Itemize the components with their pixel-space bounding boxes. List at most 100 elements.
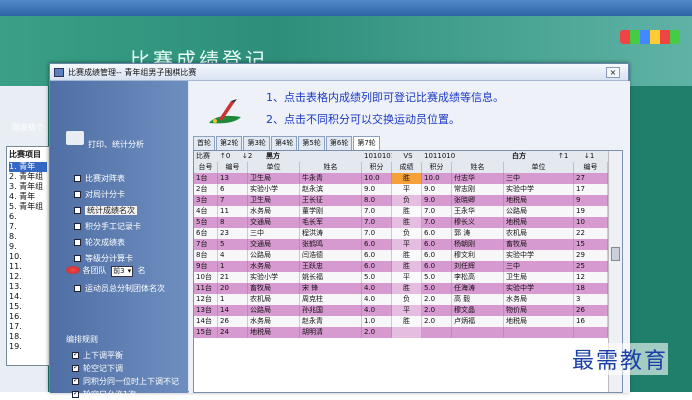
event-list-item[interactable]: 5. 青年组 bbox=[9, 202, 47, 212]
table-row[interactable]: 4台 11 水务局 董学刚 7.0 胜 7.0 王永华 公路局 19 bbox=[194, 206, 608, 217]
result-cell[interactable]: 平 bbox=[392, 184, 422, 195]
table-row[interactable]: 9台 1 水务局 王跃忠 6.0 胜 6.0 刘任辉 三中 25 bbox=[194, 261, 608, 272]
event-list-item[interactable]: 12. bbox=[9, 272, 47, 282]
event-list-item[interactable]: 9. bbox=[9, 242, 47, 252]
result-cell[interactable]: 平 bbox=[392, 239, 422, 250]
table-row[interactable]: 13台 14 公路局 孙兆国 4.0 平 2.0 穆文晶 物价局 26 bbox=[194, 305, 608, 316]
event-list-item[interactable]: 15. bbox=[9, 302, 47, 312]
print-option[interactable]: 积分手工记录卡 bbox=[74, 221, 141, 232]
table-cell: 农机局 bbox=[248, 294, 300, 305]
scrollbar-thumb[interactable] bbox=[611, 247, 620, 261]
table-row[interactable]: 1台 13 卫生局 牛永青 10.0 胜 10.0 付志华 三中 27 bbox=[194, 173, 608, 184]
event-list[interactable]: 比赛项目 1. 青年 2. 青年组 3. 青年组 4. 青年 5. 青年组 6. 7. 8. 9… bbox=[6, 146, 50, 366]
event-list-item[interactable]: 10. bbox=[9, 252, 47, 262]
event-list-item[interactable]: 4. 青年 bbox=[9, 192, 47, 202]
grid-top-header[interactable]: 比赛 ↑0 ↓2 黑方 1010101 VS 1011010 白方 ↑1 ↓1 bbox=[194, 151, 608, 162]
table-cell: 宋 锋 bbox=[300, 283, 362, 294]
event-list-item[interactable]: 2. 青年组 bbox=[9, 172, 47, 182]
table-row[interactable]: 10台 21 实验小学 姚长福 5.0 平 5.0 李松高 卫生局 12 bbox=[194, 272, 608, 283]
column-header: 编号 bbox=[218, 162, 248, 173]
result-cell[interactable]: 胜 bbox=[392, 173, 422, 184]
round-tab[interactable]: 第6轮 bbox=[325, 136, 353, 150]
event-list-item[interactable]: 19. bbox=[9, 342, 47, 352]
close-button[interactable]: × bbox=[606, 67, 620, 78]
table-row[interactable]: 15台 24 地税局 胡明清 2.0 bbox=[194, 327, 608, 338]
table-row[interactable]: 12台 1 农机局 周克柱 4.0 负 2.0 高 毅水务局 3 bbox=[194, 294, 608, 305]
table-cell: 地税局 bbox=[504, 316, 574, 327]
event-list-item[interactable]: 14. bbox=[9, 292, 47, 302]
table-row[interactable]: 7台 5 交通局 张鹤鸣 6.0 平 6.0 杨朝刚 畜牧局 15 bbox=[194, 239, 608, 250]
rule-checkbox[interactable] bbox=[72, 389, 79, 398]
window-title-bar[interactable]: 比赛成绩管理-- 青年组男子围棋比赛 × bbox=[50, 64, 628, 81]
round-tab[interactable]: 第7轮 bbox=[353, 136, 380, 151]
event-list-item[interactable]: 16. bbox=[9, 312, 47, 322]
event-list-item[interactable]: 1. 青年 bbox=[9, 162, 47, 172]
table-cell: 2台 bbox=[194, 184, 218, 195]
print-option[interactable]: 轮次成绩表 bbox=[74, 237, 125, 248]
background-tab[interactable]: 国家级个 bbox=[12, 122, 44, 133]
rule-checkbox[interactable] bbox=[72, 350, 79, 359]
table-row[interactable]: 2台 6 实验小学 赵永滨 9.0 平 9.0 常志刚 实验中学 17 bbox=[194, 184, 608, 195]
round-tab[interactable]: 第4轮 bbox=[270, 136, 298, 150]
result-cell[interactable]: 胜 bbox=[392, 250, 422, 261]
result-cell[interactable]: 胜 bbox=[392, 217, 422, 228]
result-cell[interactable]: 负 bbox=[392, 195, 422, 206]
result-cell[interactable]: 平 bbox=[392, 305, 422, 316]
table-row[interactable]: 5台 8 交通局 毛长军 7.0 胜 7.0 穆长义 地税局 10 bbox=[194, 217, 608, 228]
rule-option[interactable]: 同积分同一位时上下调不记 bbox=[72, 376, 179, 387]
table-row[interactable]: 11台 20 畜牧局宋 锋 4.0 胜 5.0 任海涛 实验中学 18 bbox=[194, 283, 608, 294]
rank-select[interactable]: 前3 bbox=[111, 266, 134, 277]
sidebar: 打印、统计分析 比赛对阵表 对局计分卡 统计成绩名次 积分手工记录卡 轮次成绩表 等级分计… bbox=[50, 81, 188, 399]
print-option-checkbox[interactable] bbox=[74, 191, 81, 198]
table-cell: 周克柱 bbox=[300, 294, 362, 305]
rule-option[interactable]: 上下调平衡 bbox=[72, 350, 123, 361]
team-ranking-option[interactable]: 运动员总分制团体名次 bbox=[74, 283, 165, 294]
table-row[interactable]: 3台 7 卫生局 王长征 8.0 负 9.0 张晓卿 地税局 9 bbox=[194, 195, 608, 206]
table-cell: 27 bbox=[574, 173, 608, 184]
round-tab[interactable]: 第5轮 bbox=[298, 136, 325, 150]
round-tab[interactable]: 第2轮 bbox=[216, 136, 243, 150]
table-cell: 10.0 bbox=[422, 173, 452, 184]
print-option[interactable]: 比赛对阵表 bbox=[74, 173, 125, 184]
grid-column-header[interactable]: 台号 编号 单位 姓名 积分 成绩 积分 姓名 单位 编号 bbox=[194, 162, 608, 173]
print-option-checkbox[interactable] bbox=[74, 223, 81, 230]
result-cell[interactable]: 胜 bbox=[392, 316, 422, 327]
round-tab[interactable]: 第3轮 bbox=[243, 136, 270, 150]
round-tab[interactable]: 首轮 bbox=[193, 136, 215, 150]
table-row[interactable]: 6台 23 三中 程洪涛 7.0 负 6.0 郭 涛农机局 22 bbox=[194, 228, 608, 239]
result-cell[interactable] bbox=[392, 327, 422, 338]
team-ranking-checkbox[interactable] bbox=[74, 285, 81, 292]
print-option-checkbox[interactable] bbox=[74, 239, 81, 246]
result-cell[interactable]: 胜 bbox=[392, 283, 422, 294]
event-list-item[interactable]: 18. bbox=[9, 332, 47, 342]
app-icon bbox=[54, 68, 64, 77]
print-option-checkbox[interactable] bbox=[74, 255, 81, 262]
print-option[interactable]: 等级分计算卡 bbox=[74, 253, 133, 264]
event-list-item[interactable]: 17. bbox=[9, 322, 47, 332]
event-list-item[interactable]: 11. bbox=[9, 262, 47, 272]
table-row[interactable]: 8台 4 公路局 闫浩德 6.0 胜 6.0 穆文利 实验中学 29 bbox=[194, 250, 608, 261]
result-cell[interactable]: 负 bbox=[392, 294, 422, 305]
rule-checkbox[interactable] bbox=[72, 376, 79, 385]
table-cell: 14台 bbox=[194, 316, 218, 327]
result-cell[interactable]: 胜 bbox=[392, 206, 422, 217]
table-row[interactable]: 14台 26 水务局 赵永青 1.0 胜 2.0 卢炳福 地税局 16 bbox=[194, 316, 608, 327]
event-list-item[interactable]: 13. bbox=[9, 282, 47, 292]
event-list-item[interactable]: 3. 青年组 bbox=[9, 182, 47, 192]
print-option-checkbox[interactable] bbox=[74, 207, 81, 214]
rule-checkbox[interactable] bbox=[72, 363, 79, 372]
result-cell[interactable]: 平 bbox=[392, 272, 422, 283]
pairing-grid[interactable]: 比赛↑0↓2黑方1010101VS1011010白方↑1↓1台号编号单位姓名积分… bbox=[193, 150, 623, 393]
rule-option[interactable]: 轮空记下调 bbox=[72, 363, 123, 374]
event-list-item[interactable]: 6. bbox=[9, 212, 47, 222]
print-option-checkbox[interactable] bbox=[74, 175, 81, 182]
column-header: 编号 bbox=[574, 162, 608, 173]
event-list-item[interactable]: 7. bbox=[9, 222, 47, 232]
result-cell[interactable]: 胜 bbox=[392, 261, 422, 272]
print-option[interactable]: 统计成绩名次 bbox=[74, 205, 137, 216]
event-list-item[interactable]: 8. bbox=[9, 232, 47, 242]
table-cell: 赵永青 bbox=[300, 316, 362, 327]
print-option[interactable]: 对局计分卡 bbox=[74, 189, 125, 200]
result-cell[interactable]: 负 bbox=[392, 228, 422, 239]
rule-option[interactable]: 轮空只允许1次 bbox=[72, 389, 136, 400]
